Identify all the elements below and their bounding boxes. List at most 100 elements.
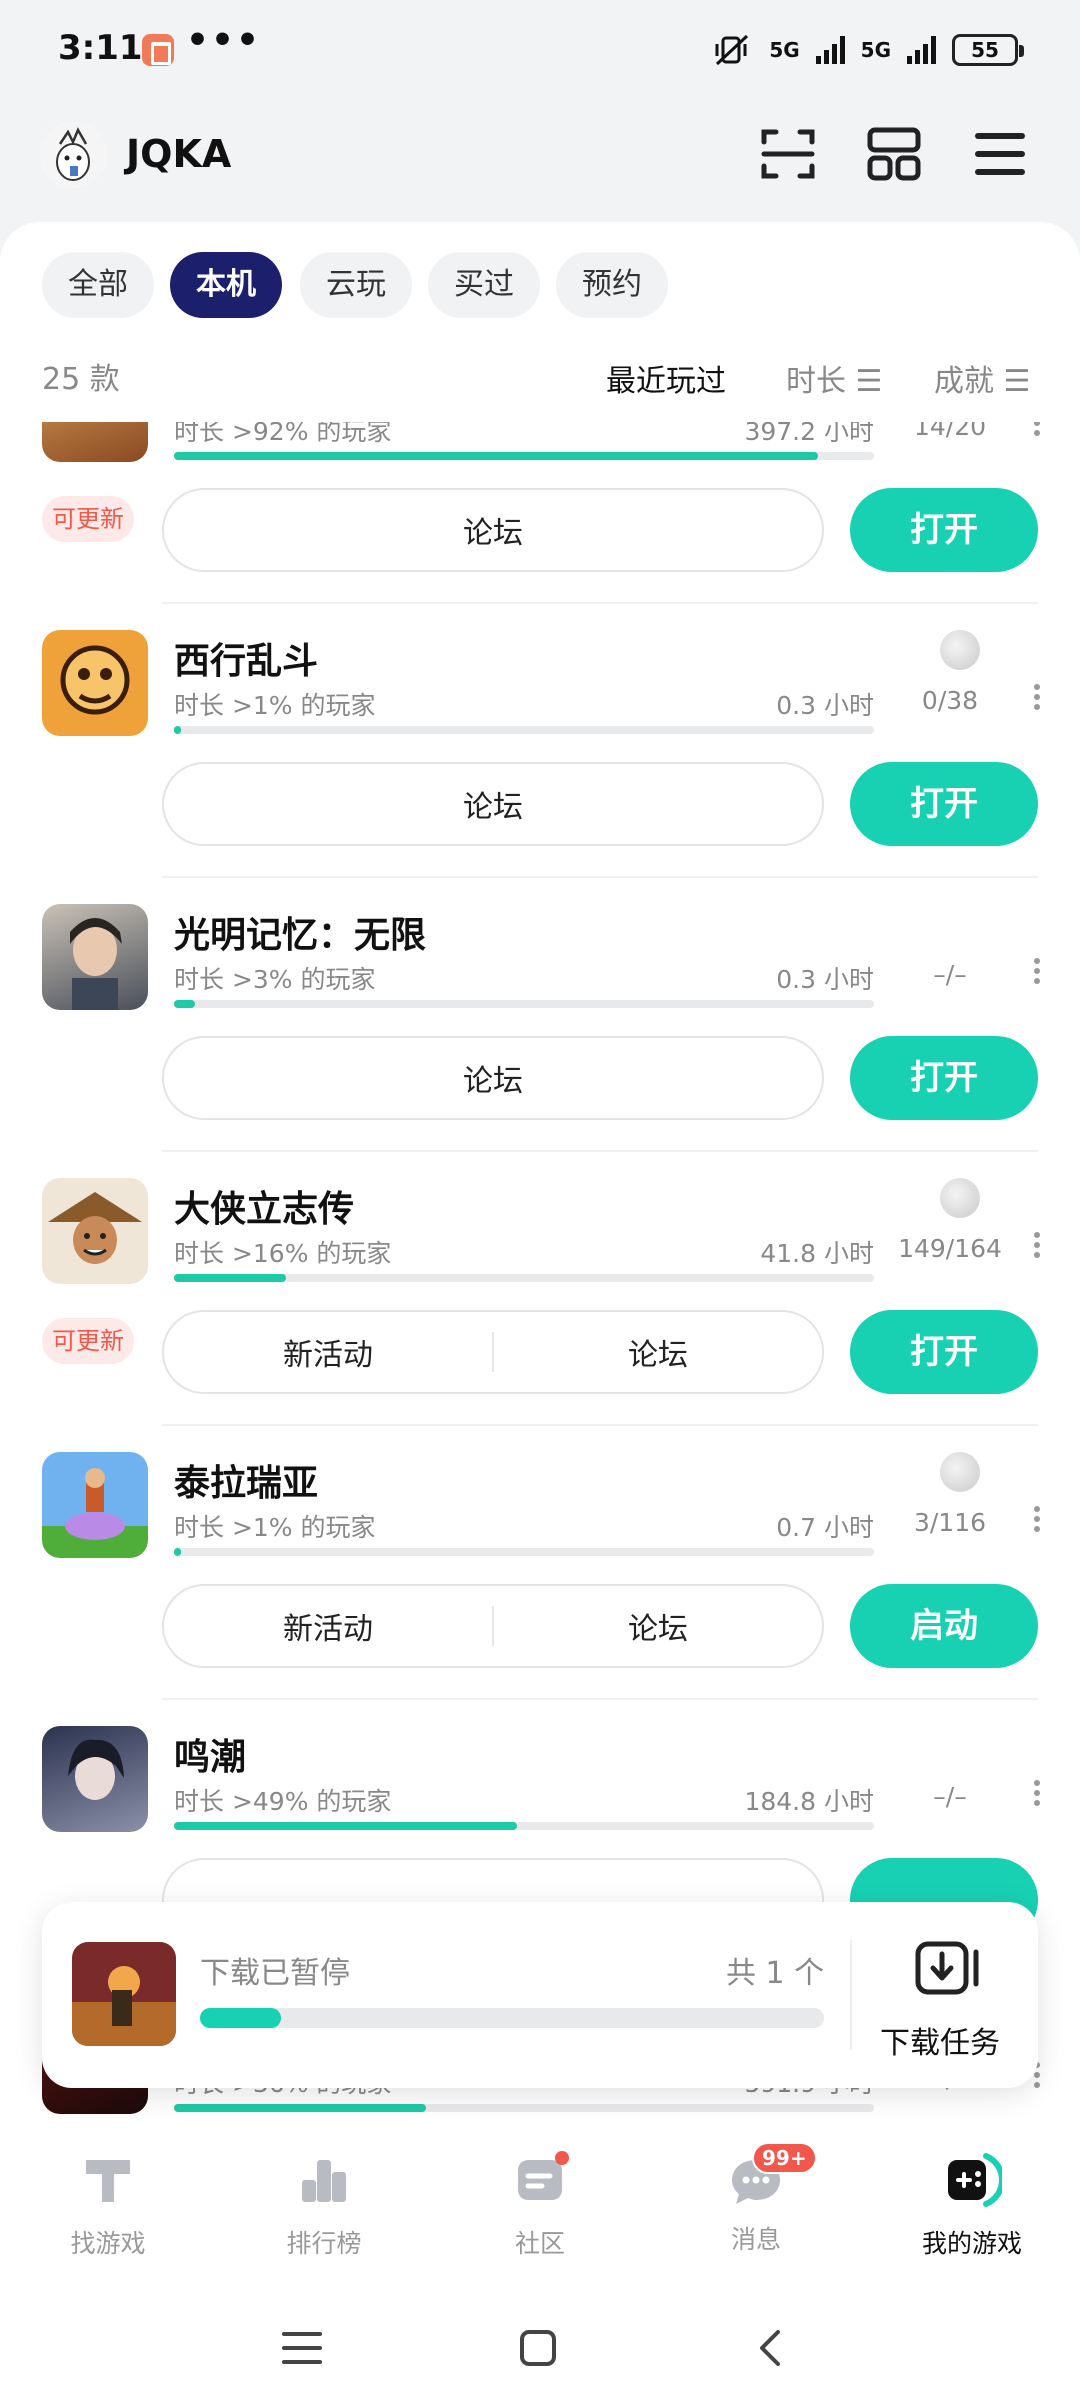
- status-time: 3:11: [58, 28, 143, 68]
- more-options-icon[interactable]: [1034, 958, 1040, 984]
- more-options-icon[interactable]: [1034, 684, 1040, 710]
- playtime-hours: 0.3 小时: [776, 965, 874, 994]
- back-icon[interactable]: [750, 2326, 790, 2370]
- menu-icon[interactable]: [968, 122, 1032, 186]
- scan-icon[interactable]: [756, 122, 820, 186]
- home-icon[interactable]: [516, 2326, 560, 2370]
- playtime-progress: [174, 1822, 874, 1830]
- download-tasks-icon[interactable]: [914, 1938, 982, 1998]
- sort-achievement[interactable]: 成就 ☰: [934, 356, 1030, 400]
- game-row[interactable]: 光明记忆：无限 时长 >3% 的玩家 0.3 小时 –/– 论坛 打开: [0, 878, 1080, 1152]
- playtime-percentile: 时长 >3% 的玩家: [174, 965, 376, 994]
- more-options-icon[interactable]: [1034, 1232, 1040, 1258]
- game-actions: 论坛: [162, 488, 824, 572]
- download-banner[interactable]: 下载已暂停 共 1 个 下载任务: [42, 1902, 1038, 2088]
- new-event-button[interactable]: 新活动: [164, 1330, 492, 1374]
- my-games-icon: [948, 2153, 1005, 2207]
- forum-button[interactable]: 论坛: [164, 782, 822, 826]
- game-row[interactable]: 时长 >92% 的玩家 397.2 小时 14/20 可更新 论坛 打开: [0, 422, 1080, 604]
- more-options-icon[interactable]: [1034, 1506, 1040, 1532]
- achievement-count: –/–: [933, 1782, 967, 1811]
- notification-app-icon: [142, 34, 174, 66]
- nav-label: 消息: [730, 2225, 781, 2254]
- network-type-2: 5G: [860, 38, 891, 62]
- layout-toggle-icon[interactable]: [862, 122, 926, 186]
- system-nav-bar: [0, 2292, 1080, 2400]
- achievement-count: –/–: [933, 960, 967, 989]
- new-event-button[interactable]: 新活动: [164, 1604, 492, 1648]
- open-game-button[interactable]: 打开: [850, 1036, 1038, 1120]
- open-game-button[interactable]: 打开: [850, 488, 1038, 572]
- tab-reserved[interactable]: 预约: [556, 252, 668, 318]
- divider: [850, 1940, 852, 2050]
- download-count: 共 1 个: [726, 1956, 825, 1991]
- signal-icon: [815, 36, 845, 64]
- playtime-percentile: 时长 >16% 的玩家: [174, 1239, 392, 1268]
- game-icon: [42, 904, 148, 1010]
- avatar[interactable]: [40, 122, 106, 188]
- nav-messages[interactable]: 99+ 消息: [686, 2142, 826, 2256]
- achievement-count: 14/20: [913, 422, 987, 441]
- tab-cloud[interactable]: 云玩: [300, 252, 412, 318]
- playtime-progress: [174, 1548, 874, 1556]
- more-options-icon[interactable]: [1034, 1780, 1040, 1806]
- game-icon: [42, 630, 148, 736]
- bottom-nav: 找游戏 排行榜 社区 99+ 消息 我的游戏: [0, 2122, 1080, 2292]
- sort-recent[interactable]: 最近玩过: [606, 356, 726, 400]
- forum-button[interactable]: 论坛: [494, 1604, 822, 1648]
- playtime-hours: 0.7 小时: [776, 1513, 874, 1542]
- game-title: 光明记忆：无限: [174, 915, 427, 956]
- achievement-count: 0/38: [921, 686, 979, 715]
- playtime-percentile: 时长 >92% 的玩家: [174, 422, 392, 446]
- game-list: 时长 >92% 的玩家 397.2 小时 14/20 可更新 论坛 打开 西行乱…: [0, 422, 1080, 2122]
- tab-all[interactable]: 全部: [42, 252, 154, 318]
- game-actions: 新活动 论坛: [162, 1584, 824, 1668]
- launch-game-button[interactable]: 启动: [850, 1584, 1038, 1668]
- game-row[interactable]: 大侠立志传 时长 >16% 的玩家 41.8 小时 149/164 可更新 新活…: [0, 1152, 1080, 1426]
- playtime-progress: [174, 726, 874, 734]
- recent-apps-icon[interactable]: [280, 2328, 324, 2368]
- messages-badge: 99+: [752, 2142, 817, 2174]
- playtime-percentile: 时长 >49% 的玩家: [174, 1787, 392, 1816]
- more-options-icon[interactable]: [1034, 422, 1040, 436]
- achievement-count: 149/164: [898, 1234, 1002, 1263]
- status-bar: 3:11 ••• 5G 5G 55: [0, 0, 1080, 100]
- game-actions: 论坛: [162, 762, 824, 846]
- game-title: 鸣潮: [174, 1737, 247, 1778]
- download-tasks-label[interactable]: 下载任务: [880, 2018, 1000, 2062]
- nav-rankings[interactable]: 排行榜: [254, 2150, 394, 2260]
- game-actions: 新活动 论坛: [162, 1310, 824, 1394]
- sort-playtime[interactable]: 时长 ☰: [786, 356, 882, 400]
- battery-icon: 55: [952, 34, 1024, 66]
- playtime-progress: [174, 452, 874, 460]
- game-icon: [42, 1178, 148, 1284]
- open-game-button[interactable]: 打开: [850, 762, 1038, 846]
- open-game-button[interactable]: 打开: [850, 1310, 1038, 1394]
- game-library-card: 全部 本机 云玩 买过 预约 25 款 最近玩过 时长 ☰ 成就 ☰ 时长 >9…: [0, 222, 1080, 2122]
- playtime-hours: 0.3 小时: [776, 691, 874, 720]
- game-icon: [42, 422, 148, 462]
- game-title: 泰拉瑞亚: [174, 1463, 319, 1504]
- tab-purchased[interactable]: 买过: [428, 252, 540, 318]
- forum-button[interactable]: 论坛: [164, 508, 822, 552]
- achievement-icon: [940, 1452, 980, 1492]
- find-games-icon: [86, 2160, 130, 2202]
- game-row[interactable]: 西行乱斗 时长 >1% 的玩家 0.3 小时 0/38 论坛 打开: [0, 604, 1080, 878]
- download-status: 下载已暂停: [200, 1956, 350, 1991]
- playtime-progress: [174, 1274, 874, 1282]
- forum-button[interactable]: 论坛: [494, 1330, 822, 1374]
- tab-local[interactable]: 本机: [170, 252, 282, 318]
- downloading-game-icon: [72, 1942, 176, 2046]
- nav-my-games[interactable]: 我的游戏: [902, 2150, 1042, 2260]
- nav-label: 社区: [514, 2229, 565, 2258]
- achievement-count: 3/116: [913, 1508, 987, 1537]
- game-row[interactable]: 泰拉瑞亚 时长 >1% 的玩家 0.7 小时 3/116 新活动 论坛 启动: [0, 1426, 1080, 1700]
- nav-label: 我的游戏: [921, 2229, 1022, 2258]
- game-title: 大侠立志传: [174, 1189, 355, 1230]
- game-title: 西行乱斗: [174, 641, 319, 682]
- forum-button[interactable]: 论坛: [164, 1056, 822, 1100]
- nav-find-games[interactable]: 找游戏: [38, 2150, 178, 2260]
- network-type-1: 5G: [769, 38, 800, 62]
- nav-community[interactable]: 社区: [470, 2150, 610, 2260]
- playtime-hours: 184.8 小时: [744, 1787, 874, 1816]
